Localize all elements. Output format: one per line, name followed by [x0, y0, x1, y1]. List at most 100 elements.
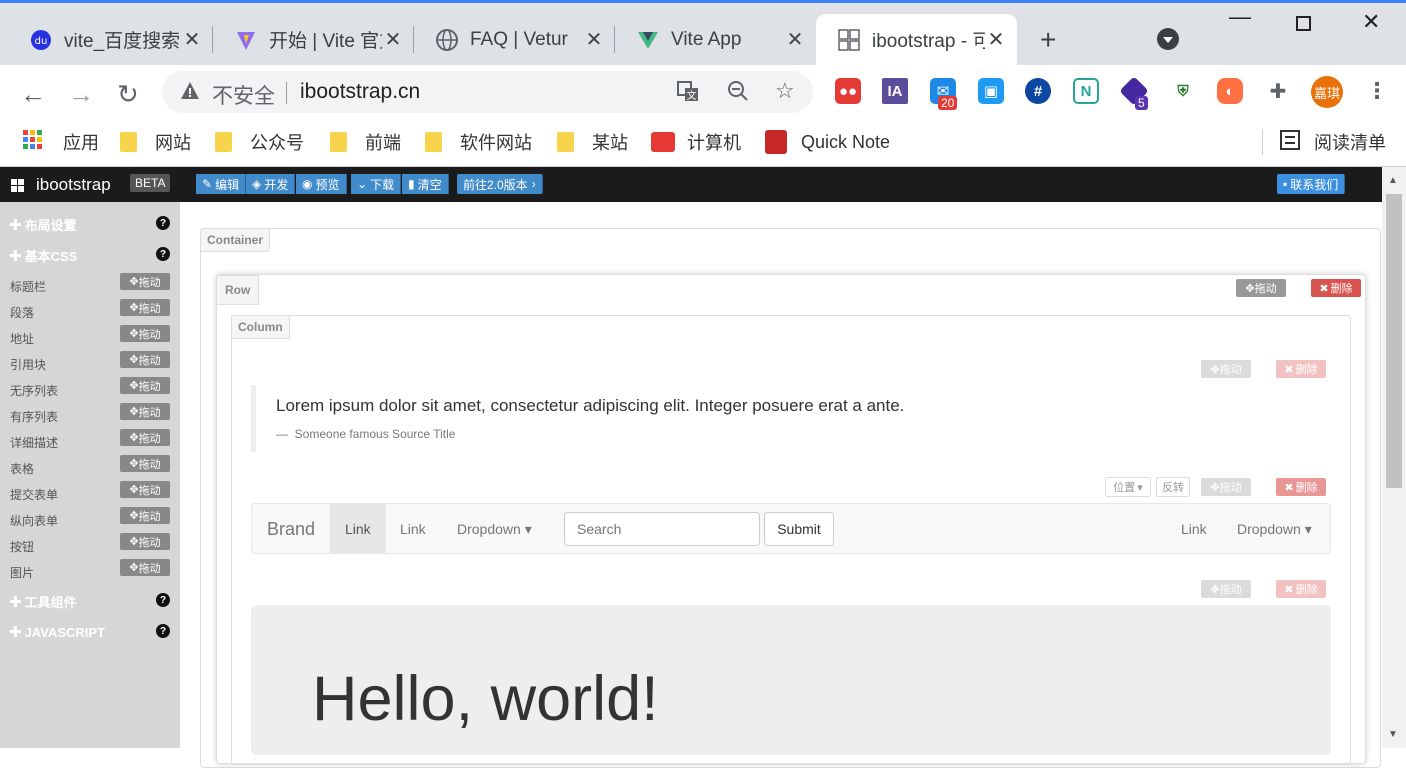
- section-css[interactable]: ✚ 基本CSS: [9, 246, 77, 265]
- drag-button[interactable]: ✥ 拖动: [120, 429, 170, 446]
- clear-button[interactable]: ▮ 清空: [402, 174, 449, 194]
- extension-shield-icon[interactable]: ⛨: [1170, 78, 1196, 104]
- bookmark-folder[interactable]: 前端: [330, 130, 401, 154]
- nav-link-right[interactable]: Link: [1181, 521, 1207, 537]
- bookmark-star-icon[interactable]: ☆: [775, 78, 795, 104]
- extension-orange-icon[interactable]: ◐: [1217, 78, 1243, 104]
- preview-button[interactable]: ◉ 预览: [296, 174, 347, 194]
- close-icon[interactable]: ✕: [382, 27, 404, 52]
- zoom-icon[interactable]: [727, 80, 749, 108]
- page-scrollbar[interactable]: ▲ ▼: [1382, 167, 1406, 748]
- section-layout[interactable]: ✚ 布局设置: [9, 215, 77, 234]
- row-delete-button[interactable]: ✖ 删除: [1311, 279, 1361, 297]
- drag-button[interactable]: ✥ 拖动: [120, 299, 170, 316]
- tab-vetur[interactable]: FAQ | Vetur ✕: [414, 14, 615, 65]
- tab-ibootstrap[interactable]: ibootstrap - 可视化 ✕: [816, 14, 1017, 65]
- navbar-brand[interactable]: Brand: [267, 519, 315, 540]
- tab-baidu[interactable]: du vite_百度搜索 ✕: [8, 14, 213, 65]
- invert-button[interactable]: 反转: [1156, 477, 1190, 497]
- tab-vite-app[interactable]: Vite App ✕: [615, 14, 816, 65]
- loading-bar: [0, 0, 1406, 3]
- delete-button[interactable]: ✖ 删除: [1276, 360, 1326, 378]
- warning-icon[interactable]: [180, 81, 200, 106]
- security-label[interactable]: 不安全: [212, 80, 275, 110]
- tab-search-icon[interactable]: [1157, 28, 1179, 55]
- extension-hash-icon[interactable]: #: [1025, 78, 1051, 104]
- reload-icon[interactable]: ↻: [117, 79, 139, 110]
- back-icon[interactable]: ←: [20, 79, 46, 110]
- row-drag-button[interactable]: ✥ 拖动: [1236, 279, 1286, 297]
- maximize-icon[interactable]: [1296, 16, 1311, 31]
- extension-red-icon[interactable]: ●●: [835, 78, 861, 104]
- goto-v2-button[interactable]: 前往2.0版本 ›: [457, 174, 543, 194]
- app-logo[interactable]: ibootstrap: [11, 175, 111, 195]
- section-javascript[interactable]: ✚ JAVASCRIPT: [9, 623, 105, 641]
- url-text[interactable]: ibootstrap.cn: [300, 80, 420, 104]
- tab-vite-docs[interactable]: 开始 | Vite 官方 ✕: [213, 14, 414, 65]
- minimize-icon[interactable]: —: [1229, 4, 1251, 30]
- bookmark-folder[interactable]: 软件网站: [425, 130, 532, 154]
- help-icon[interactable]: ?: [156, 216, 170, 230]
- drag-button[interactable]: ✥ 拖动: [120, 455, 170, 472]
- bookmark-folder[interactable]: 公众号: [215, 130, 304, 154]
- develop-button[interactable]: ◈ 开发: [246, 174, 296, 194]
- scrollbar-thumb[interactable]: [1386, 194, 1402, 488]
- drag-button[interactable]: ✥ 拖动: [120, 377, 170, 394]
- nav-dropdown-right[interactable]: Dropdown ▾: [1237, 521, 1312, 538]
- move-icon: ✥: [129, 562, 139, 574]
- navbar-search-input[interactable]: [564, 512, 760, 546]
- new-tab-button[interactable]: +: [1040, 24, 1056, 56]
- extension-n-icon[interactable]: N: [1073, 78, 1099, 104]
- nav-link[interactable]: Link: [400, 521, 426, 537]
- nav-dropdown[interactable]: Dropdown ▾: [457, 521, 532, 538]
- download-button[interactable]: ⌄ 下载: [351, 174, 402, 194]
- extension-blue-icon[interactable]: ▣: [978, 78, 1004, 104]
- drag-button[interactable]: ✥ 拖动: [120, 533, 170, 550]
- preview-label: 预览: [315, 177, 340, 192]
- profile-avatar[interactable]: 嘉琪: [1311, 76, 1343, 108]
- delete-button[interactable]: ✖ 删除: [1276, 580, 1326, 598]
- drag-button[interactable]: ✥ 拖动: [1201, 360, 1251, 378]
- drag-button[interactable]: ✥ 拖动: [120, 325, 170, 342]
- help-icon[interactable]: ?: [156, 593, 170, 607]
- drag-button[interactable]: ✥ 拖动: [120, 403, 170, 420]
- menu-icon[interactable]: ⋮: [1366, 78, 1388, 104]
- close-icon[interactable]: ✕: [583, 27, 605, 52]
- contact-button[interactable]: ▪ 联系我们: [1277, 174, 1346, 194]
- blockquote-footer: — Someone famous Source Title: [276, 427, 456, 441]
- translate-icon[interactable]: 文: [677, 80, 699, 108]
- bookmark-apps[interactable]: 应用: [23, 129, 99, 154]
- close-icon[interactable]: ✕: [985, 27, 1007, 52]
- bookmark-computer[interactable]: 计算机: [651, 130, 741, 154]
- scroll-down-icon[interactable]: ▼: [1388, 729, 1398, 740]
- reading-list[interactable]: 阅读清单: [1280, 129, 1386, 154]
- navbar-submit-button[interactable]: Submit: [764, 512, 834, 546]
- close-icon: ✖: [1284, 481, 1294, 494]
- drag-button[interactable]: ✥ 拖动: [1201, 478, 1251, 496]
- bookmark-label: 公众号: [250, 133, 304, 153]
- help-icon[interactable]: ?: [156, 247, 170, 261]
- position-dropdown[interactable]: 位置 ▾: [1105, 477, 1151, 497]
- help-icon[interactable]: ?: [156, 624, 170, 638]
- address-bar[interactable]: 不安全 ibootstrap.cn: [162, 71, 813, 113]
- window-close-icon[interactable]: ✕: [1362, 9, 1380, 35]
- close-icon[interactable]: ✕: [784, 27, 806, 52]
- bookmark-folder[interactable]: 某站: [557, 130, 628, 154]
- extension-ia-icon[interactable]: IA: [882, 78, 908, 104]
- delete-button[interactable]: ✖ 删除: [1276, 478, 1326, 496]
- drag-button[interactable]: ✥ 拖动: [120, 481, 170, 498]
- edit-button[interactable]: ✎ 编辑: [196, 174, 247, 194]
- close-icon[interactable]: ✕: [181, 27, 203, 52]
- bookmark-folder[interactable]: 网站: [120, 130, 191, 154]
- sidebar-item: 图片: [10, 566, 35, 580]
- bookmark-quick-note[interactable]: Quick Note: [765, 130, 890, 154]
- drag-button[interactable]: ✥ 拖动: [1201, 580, 1251, 598]
- puzzle-icon[interactable]: ✚: [1265, 78, 1291, 104]
- drag-button[interactable]: ✥ 拖动: [120, 559, 170, 576]
- drag-button[interactable]: ✥ 拖动: [120, 507, 170, 524]
- scroll-up-icon[interactable]: ▲: [1388, 175, 1398, 186]
- forward-icon[interactable]: →: [68, 79, 94, 110]
- drag-button[interactable]: ✥ 拖动: [120, 351, 170, 368]
- section-tools[interactable]: ✚ 工具组件: [9, 592, 77, 611]
- drag-button[interactable]: ✥ 拖动: [120, 273, 170, 290]
